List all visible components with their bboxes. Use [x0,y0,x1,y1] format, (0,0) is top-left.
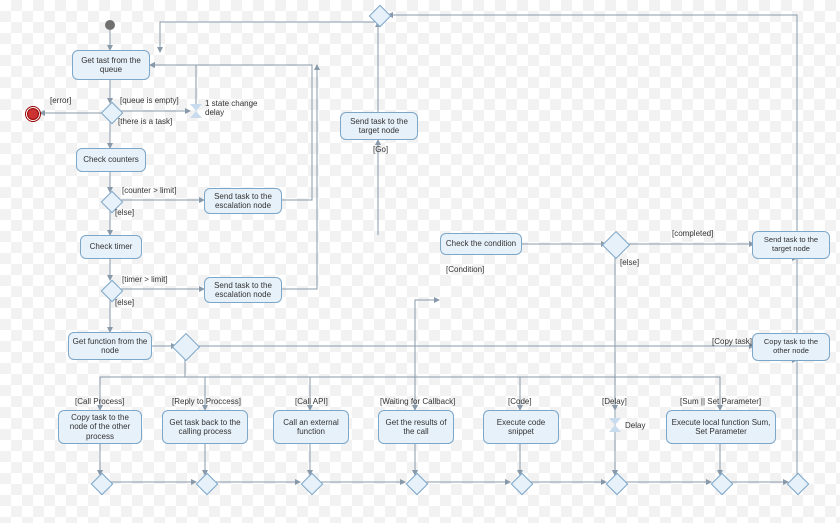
action-get-back[interactable]: Get task back to the calling process [162,410,248,444]
merge-b1[interactable] [91,473,114,496]
guard-condition: [Condition] [446,265,484,274]
node-label: Copy task to the node of the other proce… [62,413,138,441]
guard-else1: [else] [115,208,134,217]
action-copy-other[interactable]: Copy task to the other node [752,333,830,361]
action-exec-code[interactable]: Execute code snippet [483,410,559,444]
merge-b2[interactable] [196,473,219,496]
timer-delay-label: Delay [625,421,645,430]
guard-else3: [else] [620,258,639,267]
action-copy-task-proc[interactable]: Copy task to the node of the other proce… [58,410,142,444]
timer-delay[interactable] [609,418,621,432]
node-label: Check counters [83,155,139,164]
node-label: Copy task to the other node [756,338,826,355]
guard-delay: [Delay] [602,397,627,406]
merge-b8[interactable] [787,473,810,496]
node-label: Send task to the target node [344,117,414,135]
merge-b5[interactable] [511,473,534,496]
action-exec-local[interactable]: Execute local function Sum, Set Paramete… [666,410,776,444]
action-escalation-2[interactable]: Send task to the escalation node [204,277,282,303]
action-check-timer[interactable]: Check timer [80,235,142,259]
guard-call-process: [Call Process] [75,397,124,406]
node-label: Check the condition [446,239,516,248]
guard-else2: [else] [115,298,134,307]
action-send-target-2[interactable]: Send task to the target node [752,231,830,259]
node-label: Execute local function Sum, Set Paramete… [670,418,772,436]
action-check-counters[interactable]: Check counters [76,148,146,172]
guard-there-task: [there is a task] [118,117,172,126]
action-get-results[interactable]: Get the results of the call [378,410,454,444]
action-escalation-1[interactable]: Send task to the escalation node [204,188,282,214]
node-label: Get tast from the queue [76,56,146,74]
action-get-function[interactable]: Get function from the node [68,332,152,360]
node-label: Send task to the escalation node [208,192,278,210]
timer-state-change-label: 1 state change delay [205,100,265,118]
guard-code: [Code] [508,397,532,406]
node-label: Execute code snippet [487,418,555,436]
action-send-target-1[interactable]: Send task to the target node [340,112,418,140]
diagram-canvas: { "chart_data": { "type": "activity-diag… [0,0,840,523]
merge-top[interactable] [369,5,392,28]
node-label: Get task back to the calling process [166,418,244,436]
guard-go: [Go] [373,145,388,154]
node-label: Check timer [90,242,133,251]
guard-counter-limit: [counter > limit] [122,186,176,195]
decision-function[interactable] [172,333,200,361]
merge-b4[interactable] [406,473,429,496]
guard-error: [error] [50,96,71,105]
decision-condition[interactable] [602,231,630,259]
merge-b3[interactable] [301,473,324,496]
merge-b6[interactable] [606,473,629,496]
node-label: Send task to the target node [756,236,826,253]
guard-copy-task: [Copy task] [712,337,752,346]
guard-completed: [completed] [672,229,713,238]
guard-call-api: [Call API] [295,397,328,406]
guard-timer-limit: [timer > limit] [122,275,168,284]
node-label: Get the results of the call [382,418,450,436]
guard-wait-cb: [Waiting for Callback] [380,397,455,406]
timer-state-change[interactable] [190,104,202,118]
node-label: Call an external function [277,418,345,436]
initial-node [105,20,115,30]
node-label: Send task to the escalation node [208,281,278,299]
guard-reply-process: [Reply to Proccess] [172,397,241,406]
final-node-error [27,108,39,120]
action-call-api[interactable]: Call an external function [273,410,349,444]
action-check-condition[interactable]: Check the condition [440,233,522,255]
guard-sum-set: [Sum || Set Parameter] [680,397,761,406]
action-get-task[interactable]: Get tast from the queue [72,50,150,80]
guard-queue-empty: [queue is empty] [120,96,179,105]
node-label: Get function from the node [72,337,148,355]
merge-b7[interactable] [711,473,734,496]
